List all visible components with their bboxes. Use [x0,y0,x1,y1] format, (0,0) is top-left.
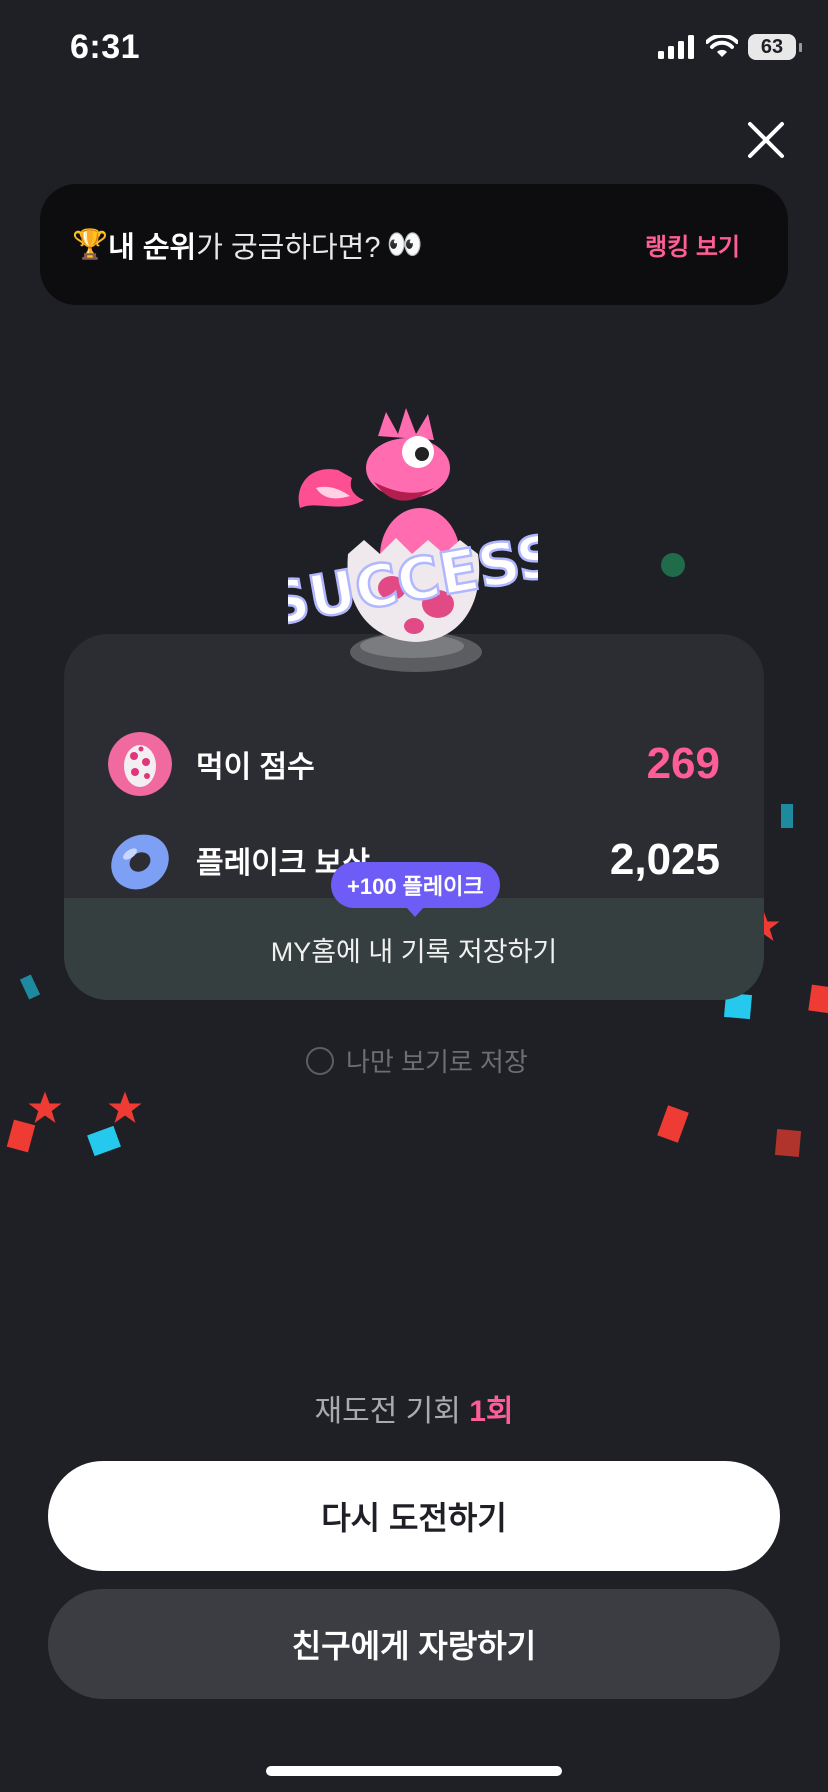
battery-icon: 63 [748,34,802,60]
retry-chances: 재도전 기회 1회 [0,1386,828,1430]
rank-banner: 🏆 내 순위 가 궁금하다면? 👀 랭킹 보기 [40,184,788,305]
score-value: 269 [646,739,720,788]
retry-chances-label: 재도전 기회 [314,1395,461,1428]
dragon-mascot-illustration: SUCCESS [288,408,538,672]
status-time: 6:31 [70,28,141,66]
close-icon[interactable] [744,118,788,162]
result-card: 먹이 점수 269 플레이크 보상 2,025 MY홈에 내 기록 저장하기 [64,634,764,1000]
private-save-label: 나만 보기로 저장 [346,1047,528,1077]
status-icons: 63 [658,34,802,60]
ranking-link[interactable]: 랭킹 보기 [645,227,740,262]
private-save-option[interactable]: 나만 보기로 저장 [306,1042,528,1079]
reward-value: 2,025 [609,835,720,884]
rank-prompt-text: 가 궁금하다면? [196,231,381,264]
wifi-icon [706,35,738,57]
private-radio[interactable] [306,1046,334,1075]
trophy-icon: 🏆 [72,228,109,261]
rank-highlight: 내 순위 [108,231,197,264]
retry-button[interactable]: 다시 도전하기 [48,1461,780,1571]
eyes-icon: 👀 [386,228,423,261]
rank-prompt: 🏆 내 순위 가 궁금하다면? 👀 [72,224,423,266]
signal-icon [658,35,694,59]
home-indicator [266,1766,562,1776]
share-with-friends-button[interactable]: 친구에게 자랑하기 [48,1589,780,1699]
bonus-flake-bubble: +100 플레이크 [331,862,500,917]
score-row: 먹이 점수 269 [108,729,720,799]
retry-chances-count: 1회 [469,1395,514,1428]
donut-icon [111,834,169,890]
egg-icon [108,732,172,796]
score-label: 먹이 점수 [196,751,315,784]
